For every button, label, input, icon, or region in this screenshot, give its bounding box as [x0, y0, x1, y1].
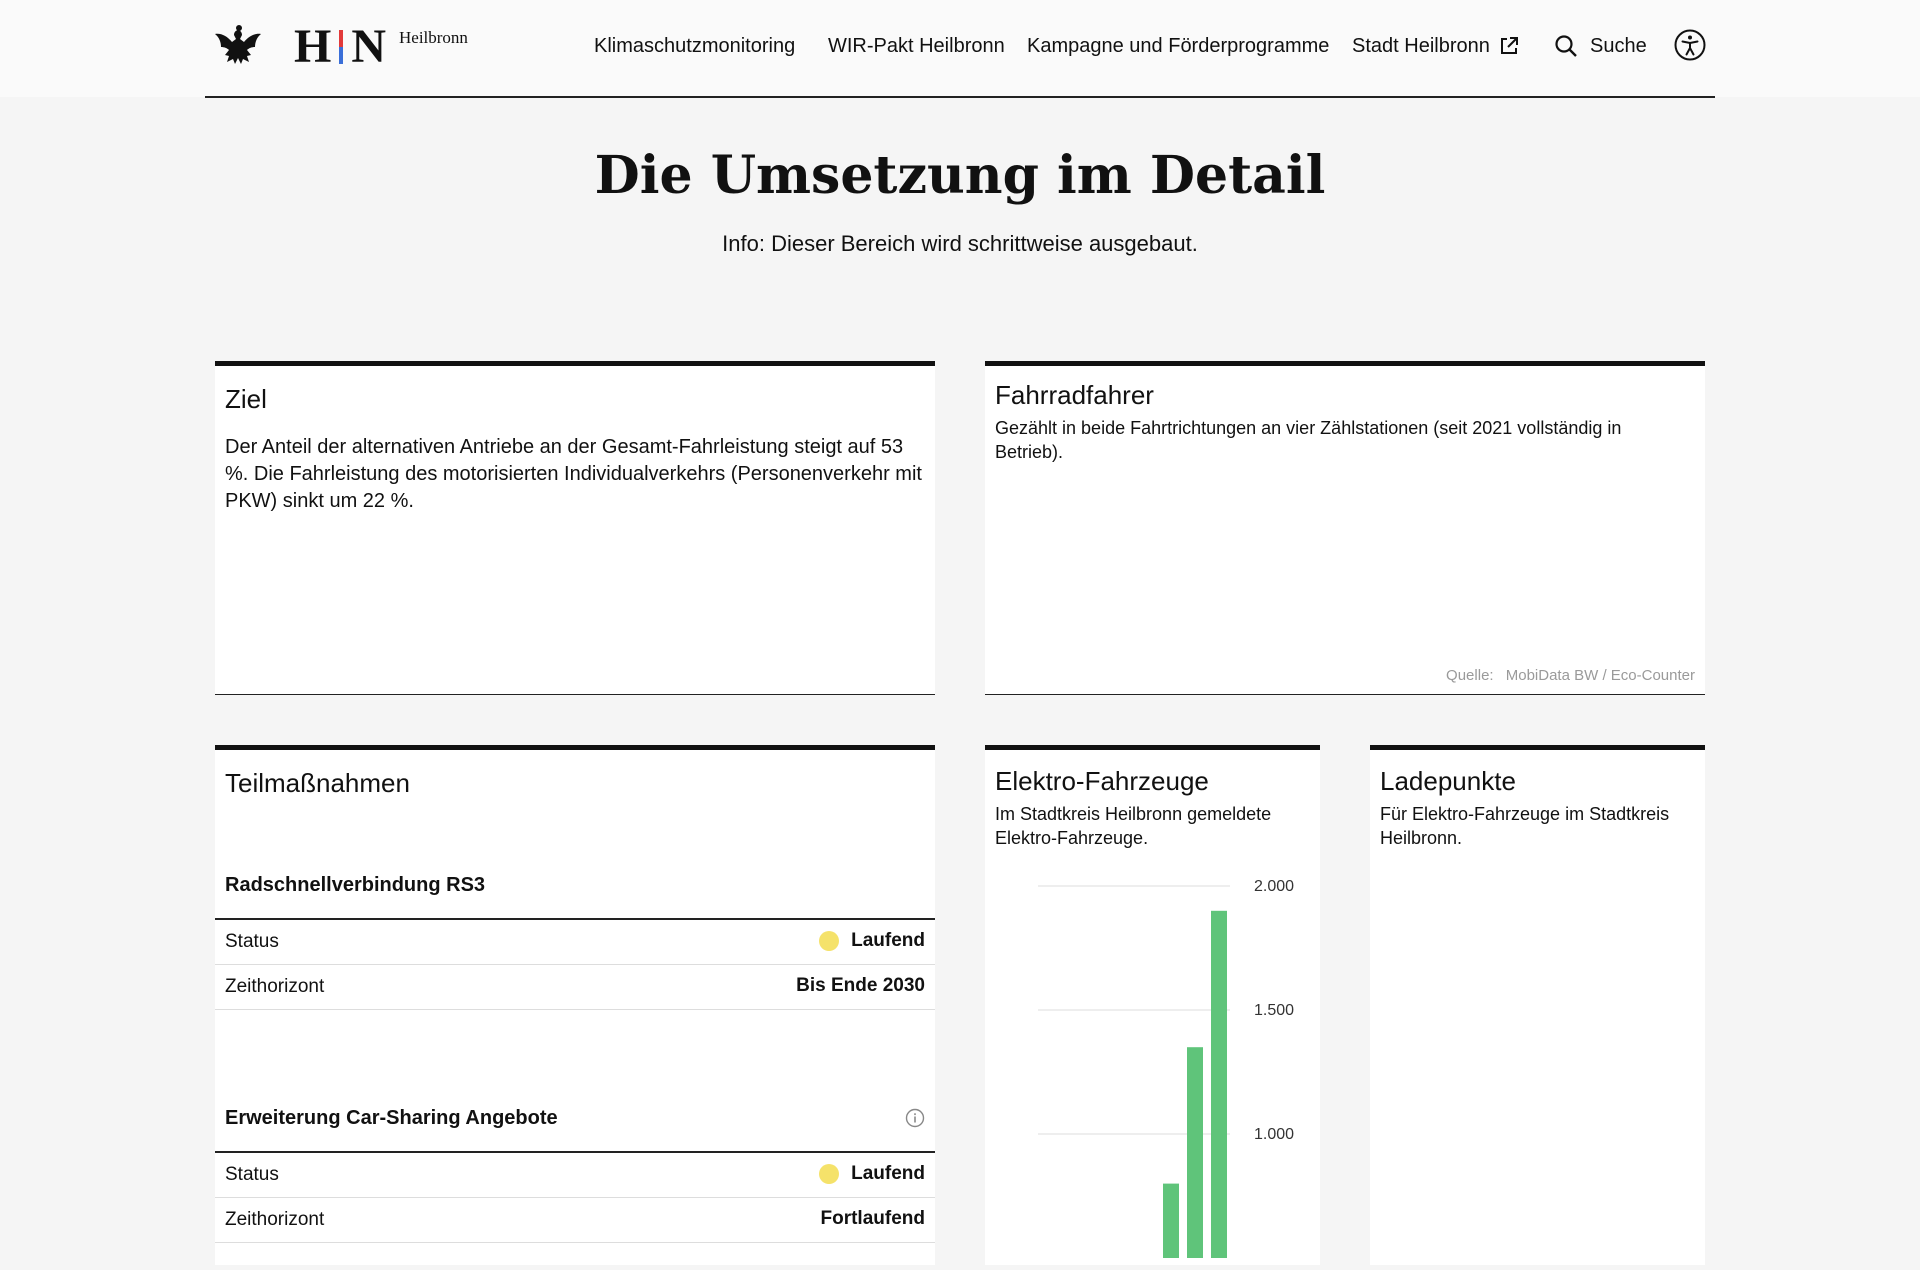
horizon-value: Bis Ende 2030	[796, 975, 925, 996]
measures-title: Teilmaßnahmen	[225, 768, 410, 798]
header-divider	[205, 96, 1715, 98]
status-text: Laufend	[851, 930, 925, 951]
measure-status-row: Status Laufend	[215, 1153, 935, 1198]
nav-item-kampagne[interactable]: Kampagne und Förderprogramme	[1027, 33, 1329, 59]
measures-card: Teilmaßnahmen Radschnellverbindung RS3 S…	[215, 745, 935, 1265]
site-header: H N Heilbronn Klimaschutzmonitoring WIR-…	[0, 0, 1920, 98]
status-label: Status	[225, 1164, 279, 1185]
chart-bar[interactable]	[1187, 1047, 1203, 1258]
search-button[interactable]: Suche	[1590, 33, 1647, 59]
goal-title: Ziel	[225, 384, 267, 414]
y-tick-label: 1.000	[1254, 1126, 1294, 1143]
cyclists-card: Fahrradfahrer Gezählt in beide Fahrtrich…	[985, 361, 1705, 695]
status-dot-icon	[819, 1164, 840, 1184]
source-value[interactable]: MobiData BW / Eco-Counter	[1506, 667, 1695, 684]
info-icon[interactable]	[905, 1108, 925, 1128]
measure-horizon-row: Zeithorizont Fortlaufend	[215, 1198, 935, 1243]
external-link-icon[interactable]	[1498, 35, 1520, 57]
y-tick-label: 1.500	[1254, 1002, 1294, 1019]
y-tick-label: 2.000	[1254, 878, 1294, 895]
horizon-label: Zeithorizont	[225, 1209, 325, 1230]
chart-bar[interactable]	[1163, 1183, 1179, 1258]
chart-bar[interactable]	[1211, 910, 1227, 1258]
charging-description-line: Für Elektro-Fahrzeuge im Stadtkreis	[1380, 804, 1670, 824]
cyclists-title: Fahrradfahrer	[995, 380, 1154, 410]
source-label: Quelle:	[1446, 667, 1494, 684]
nav-item-klimaschutzmonitoring[interactable]: Klimaschutzmonitoring	[594, 33, 795, 59]
nav-item-wir-pakt[interactable]: WIR-Pakt Heilbronn	[828, 33, 1005, 59]
status-value: Laufend	[819, 1163, 925, 1185]
search-icon[interactable]	[1554, 34, 1578, 58]
nav-item-stadt-heilbronn[interactable]: Stadt Heilbronn	[1352, 33, 1490, 59]
status-dot-icon	[819, 931, 840, 951]
goal-card: Ziel Der Anteil der alternativen Antrieb…	[215, 361, 935, 695]
status-label: Status	[225, 931, 279, 952]
charging-description: Für Elektro-Fahrzeuge im Stadtkreis Heil…	[1380, 802, 1669, 850]
page-info-text: Info: Dieser Bereich wird schrittweise a…	[722, 231, 1198, 256]
status-value: Laufend	[819, 930, 925, 952]
status-text: Laufend	[851, 1163, 925, 1184]
goal-text: Der Anteil der alternativen Antriebe an …	[225, 436, 922, 512]
measure-title: Erweiterung Car-Sharing Angebote	[225, 1107, 558, 1129]
page-title: Die Umsetzung im Detail	[594, 145, 1326, 206]
measure-title: Radschnellverbindung RS3	[225, 874, 486, 896]
charging-title: Ladepunkte	[1380, 766, 1516, 796]
cyclists-source: Quelle: MobiData BW / Eco-Counter	[1446, 667, 1695, 684]
cyclists-description: Gezählt in beide Fahrtrichtungen an vier…	[995, 418, 1622, 462]
ev-card: Elektro-Fahrzeuge Im Stadtkreis Heilbron…	[985, 745, 1320, 1265]
horizon-value: Fortlaufend	[820, 1208, 926, 1229]
charging-card: Ladepunkte Für Elektro-Fahrzeuge im Stad…	[1370, 745, 1705, 1265]
measure-horizon-row: Zeithorizont Bis Ende 2030	[215, 965, 935, 1010]
accessibility-icon[interactable]	[1674, 29, 1706, 61]
horizon-label: Zeithorizont	[225, 976, 325, 997]
main-nav: Klimaschutzmonitoring WIR-Pakt Heilbronn…	[0, 29, 1920, 63]
charging-description-line: Heilbronn.	[1380, 828, 1463, 848]
measure-status-row: Status Laufend	[215, 920, 935, 965]
ev-bar-chart: 2.000 1.500 1.000	[1038, 878, 1294, 1258]
